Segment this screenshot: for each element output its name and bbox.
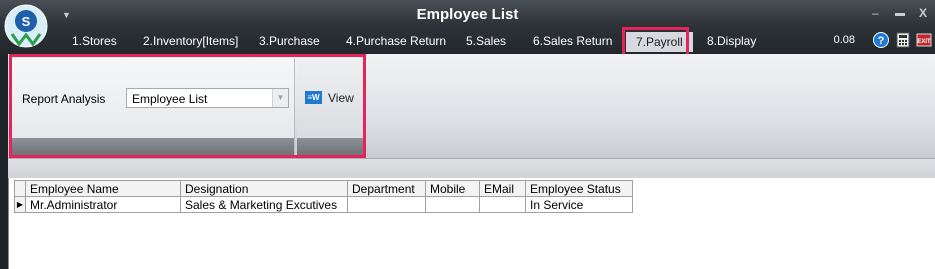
cell-department[interactable] (347, 196, 426, 213)
menu-display[interactable]: 8.Display (707, 31, 756, 51)
column-header-designation[interactable]: Designation (180, 180, 348, 197)
maximize-icon[interactable]: ▬ (895, 8, 905, 19)
employee-grid: Employee Name Designation Department Mob… (14, 180, 633, 213)
ribbon-highlight (9, 54, 366, 158)
left-frame-edge (0, 54, 8, 269)
close-button[interactable]: X (919, 6, 927, 20)
menu-sales[interactable]: 5.Sales (466, 31, 506, 51)
cell-mobile[interactable] (425, 196, 480, 213)
svg-text:EXIT: EXIT (917, 39, 931, 45)
menu-stores[interactable]: 1.Stores (72, 31, 117, 51)
column-header-mobile[interactable]: Mobile (425, 180, 480, 197)
svg-text:?: ? (878, 35, 885, 47)
calculator-icon[interactable] (895, 32, 911, 48)
column-header-department[interactable]: Department (347, 180, 426, 197)
cell-designation[interactable]: Sales & Marketing Excutives (180, 196, 348, 213)
column-header-employee-name[interactable]: Employee Name (25, 180, 181, 197)
version-label: 0.08 (833, 34, 855, 46)
grid-header-row: Employee Name Designation Department Mob… (14, 180, 633, 197)
help-icon[interactable]: ? (873, 32, 889, 48)
column-header-employee-status[interactable]: Employee Status (525, 180, 633, 197)
menu-sales-return[interactable]: 6.Sales Return (533, 31, 612, 51)
row-header-corner (14, 180, 26, 197)
cell-employee-name[interactable]: Mr.Administrator (25, 196, 181, 213)
exit-icon[interactable]: EXIT (916, 32, 932, 48)
main-menu: 1.Stores 2.Inventory[Items] 3.Purchase 4… (0, 28, 935, 54)
menu-purchase[interactable]: 3.Purchase (259, 31, 320, 51)
grid-header-bar (8, 158, 935, 179)
minimize-icon[interactable]: – (872, 6, 879, 20)
column-header-email[interactable]: EMail (479, 180, 526, 197)
table-row[interactable]: ▶ Mr.Administrator Sales & Marketing Exc… (14, 196, 633, 213)
cell-employee-status[interactable]: In Service (525, 196, 633, 213)
row-indicator-icon[interactable]: ▶ (14, 196, 26, 213)
cell-email[interactable] (479, 196, 526, 213)
window-title: Employee List (416, 6, 519, 23)
menu-inventory[interactable]: 2.Inventory[Items] (143, 31, 238, 51)
menu-purchase-return[interactable]: 4.Purchase Return (346, 31, 446, 51)
